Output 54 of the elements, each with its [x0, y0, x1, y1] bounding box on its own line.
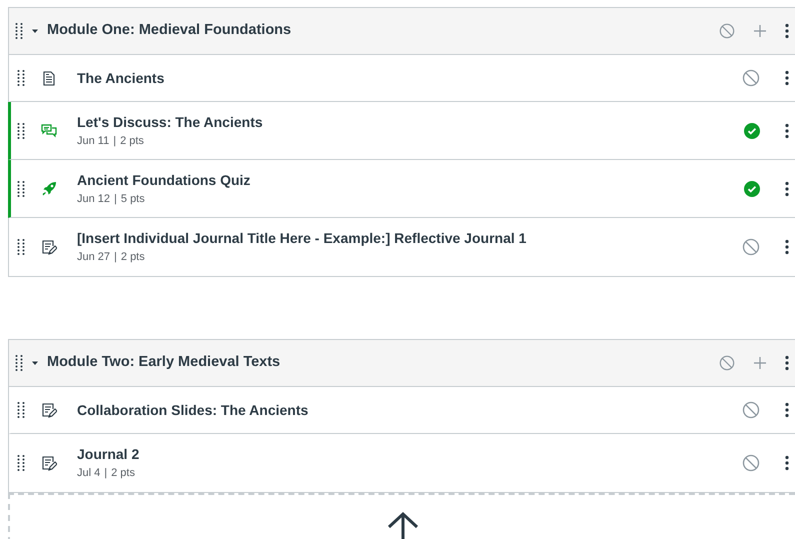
separator: | [114, 192, 117, 205]
points: 5 pts [120, 192, 145, 205]
more-options-icon[interactable] [785, 70, 789, 86]
points: 2 pts [120, 134, 144, 147]
module-title[interactable]: Module Two: Early Medieval Texts [47, 352, 711, 374]
due-date: Jun 27 [77, 251, 110, 264]
separator: | [113, 134, 116, 147]
drag-handle-icon[interactable] [17, 180, 25, 196]
due-date: Jun 11 [77, 134, 110, 147]
more-options-icon[interactable] [785, 455, 789, 471]
due-date: Jun 12 [77, 192, 110, 205]
assignment-icon [42, 456, 56, 470]
assignment-icon [42, 402, 56, 418]
drag-handle-icon[interactable] [17, 402, 25, 418]
add-icon[interactable] [753, 356, 767, 370]
drag-handle-icon[interactable] [15, 355, 23, 371]
unpublished-icon[interactable] [742, 69, 760, 87]
document-icon [43, 70, 55, 86]
item-title-link[interactable]: Let's Discuss: The Ancients [77, 112, 689, 133]
published-icon[interactable] [744, 180, 760, 196]
more-options-icon[interactable] [785, 239, 789, 255]
item-title-link[interactable]: [Insert Individual Journal Title Here - Example:] Reflective Journal 1 [77, 228, 689, 250]
drag-handle-icon[interactable] [17, 455, 25, 471]
module-title[interactable]: Module One: Medieval Foundations [47, 20, 711, 42]
item-title-link[interactable]: Ancient Foundations Quiz [77, 170, 689, 191]
more-options-icon[interactable] [785, 23, 789, 39]
more-options-icon[interactable] [785, 180, 789, 196]
unpublished-icon[interactable] [742, 401, 760, 419]
separator: | [114, 251, 117, 264]
more-options-icon[interactable] [785, 355, 789, 371]
item-title-link[interactable]: Collaboration Slides: The Ancients [77, 400, 689, 420]
item-title-link[interactable]: Journal 2 [77, 444, 689, 466]
collapse-caret-icon[interactable] [31, 359, 39, 367]
discussion-icon [41, 124, 57, 138]
add-icon[interactable] [753, 24, 767, 38]
unpublished-icon[interactable] [719, 355, 735, 371]
drag-handle-icon[interactable] [17, 239, 25, 255]
unpublished-icon[interactable] [719, 23, 735, 39]
item-title-link[interactable]: The Ancients [77, 68, 689, 88]
separator: | [104, 467, 108, 480]
more-options-icon[interactable] [785, 122, 789, 138]
assignment-icon [42, 240, 56, 254]
published-icon[interactable] [744, 122, 760, 138]
more-options-icon[interactable] [785, 402, 789, 418]
collapse-caret-icon[interactable] [31, 27, 39, 35]
points: 2 pts [111, 467, 135, 480]
drag-handle-icon[interactable] [17, 122, 25, 138]
drag-handle-icon[interactable] [17, 70, 25, 86]
points: 2 pts [120, 251, 145, 264]
unpublished-icon[interactable] [742, 454, 760, 472]
drag-handle-icon[interactable] [15, 23, 23, 39]
rocket-icon [42, 181, 56, 196]
due-date: Jul 4 [77, 467, 100, 480]
unpublished-icon[interactable] [742, 238, 760, 256]
